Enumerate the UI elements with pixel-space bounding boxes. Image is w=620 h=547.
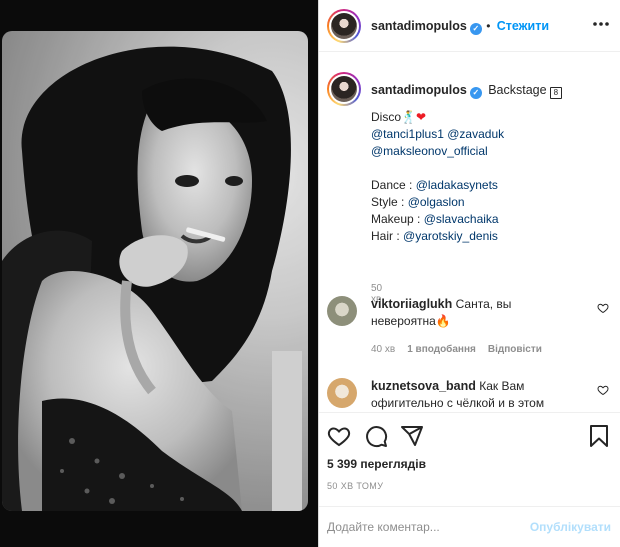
clapperboard-icon: 8 — [549, 87, 562, 99]
add-comment-bar: Опублікувати — [319, 506, 620, 547]
disco-person-emoji-icon: 🕺 — [401, 110, 416, 124]
bookmark-icon[interactable] — [587, 424, 611, 448]
verified-badge-icon: ✓ — [469, 23, 482, 35]
post-comment-button[interactable]: Опублікувати — [530, 520, 611, 534]
credit-label: Hair : — [371, 229, 404, 243]
more-options-button[interactable] — [591, 14, 611, 34]
post-side-panel: santadimopulos ✓ • Стежити santadimopulos… — [318, 0, 620, 547]
caption-text: Disco🕺❤ @tanci1plus1 @zavaduk @maksleono… — [371, 109, 611, 245]
post-timestamp[interactable]: 50 ХВ ТОМУ — [327, 481, 383, 491]
comment-input[interactable] — [327, 517, 517, 537]
caption-tag: Backstage — [488, 83, 547, 97]
comments-section[interactable]: santadimopulos ✓ Backstage 8 Disco🕺❤ @tan… — [319, 52, 620, 412]
comment-like-heart-icon[interactable] — [597, 302, 609, 314]
mention-link[interactable]: @zavaduk — [447, 127, 504, 141]
post-actions-bar — [319, 412, 620, 460]
credit-label: Dance : — [371, 178, 416, 192]
reply-button[interactable]: Відповісти — [488, 344, 542, 355]
credit-label: Makeup : — [371, 212, 424, 226]
views-count[interactable]: 5 399 переглядів — [327, 457, 426, 471]
more-horizontal-icon — [593, 22, 609, 26]
avatar[interactable] — [327, 9, 361, 43]
comment-likes-count[interactable]: 1 вподобання — [407, 344, 476, 355]
mention-link[interactable]: @maksleonov_official — [371, 144, 488, 158]
heart-emoji-icon: ❤ — [415, 110, 427, 124]
paper-plane-icon[interactable] — [400, 424, 424, 448]
mention-link[interactable]: @ladakasynets — [416, 178, 498, 192]
mention-link[interactable]: @olgaslon — [408, 195, 465, 209]
woman-portrait-illustration — [2, 31, 308, 511]
comment-timestamp[interactable]: 40 хв — [371, 344, 395, 355]
separator-dot: • — [486, 19, 491, 33]
credit-label: Style : — [371, 195, 408, 209]
post-photo[interactable] — [2, 31, 308, 511]
comment-avatar[interactable] — [327, 296, 357, 326]
follow-button[interactable]: Стежити — [497, 19, 549, 33]
comment-username[interactable]: viktoriiaglukh — [371, 297, 452, 311]
heart-icon[interactable] — [327, 424, 351, 448]
post-photo-area[interactable] — [0, 0, 318, 547]
post-header: santadimopulos ✓ • Стежити — [319, 0, 620, 52]
comment-avatar[interactable] — [327, 378, 357, 408]
mention-link[interactable]: @yarotskiy_denis — [403, 229, 498, 243]
comment-icon[interactable] — [364, 424, 388, 448]
fire-emoji-icon: 🔥 — [435, 314, 451, 328]
mention-link[interactable]: @slavachaika — [424, 212, 499, 226]
header-username[interactable]: santadimopulos — [371, 19, 467, 33]
comment-like-heart-icon[interactable] — [597, 384, 609, 396]
comment-username[interactable]: kuznetsova_band — [371, 379, 476, 393]
verified-badge-icon: ✓ — [469, 87, 482, 99]
caption-title: Disco — [371, 110, 402, 124]
caption-username[interactable]: santadimopulos — [371, 83, 467, 97]
caption-avatar[interactable] — [327, 72, 361, 106]
mention-link[interactable]: @tanci1plus1 — [371, 127, 444, 141]
